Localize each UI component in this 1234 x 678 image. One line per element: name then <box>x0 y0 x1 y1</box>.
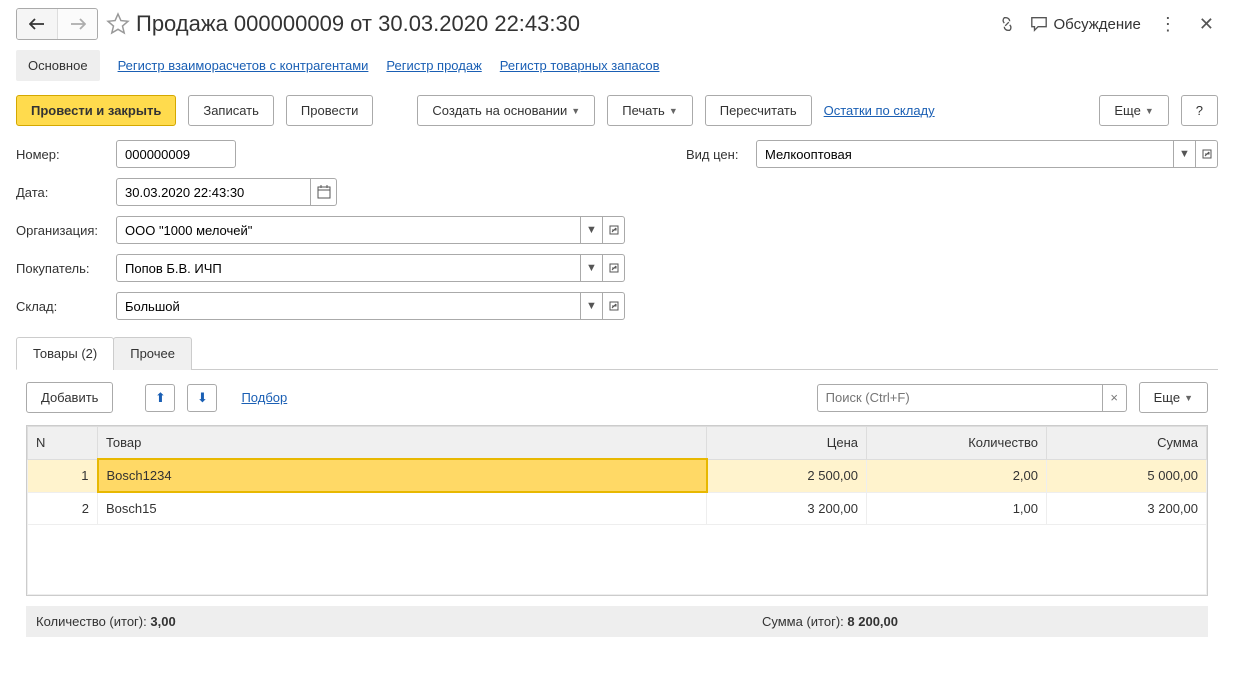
buyer-input[interactable] <box>123 260 574 277</box>
table-more-button[interactable]: Еще▼ <box>1139 382 1208 413</box>
table-row[interactable]: 1 Bosch1234 2 500,00 2,00 5 000,00 <box>28 459 1207 492</box>
open-icon <box>1202 149 1212 159</box>
cell-sum[interactable]: 5 000,00 <box>1047 459 1207 492</box>
warehouse-open-button[interactable] <box>603 292 625 320</box>
chevron-down-icon: ▼ <box>571 106 580 116</box>
forward-button[interactable] <box>57 9 97 39</box>
clear-search-button[interactable]: × <box>1102 385 1126 411</box>
add-row-button[interactable]: Добавить <box>26 382 113 413</box>
warehouse-input[interactable] <box>123 298 574 315</box>
save-button[interactable]: Записать <box>188 95 274 126</box>
table-row[interactable]: 2 Bosch15 3 200,00 1,00 3 200,00 <box>28 492 1207 525</box>
arrow-down-icon: ⬇ <box>197 390 208 406</box>
col-sum[interactable]: Сумма <box>1047 427 1207 460</box>
tab-other[interactable]: Прочее <box>113 337 192 370</box>
number-input[interactable] <box>123 146 229 163</box>
col-qty[interactable]: Количество <box>867 427 1047 460</box>
table-search-box: × <box>817 384 1127 412</box>
table-empty-area <box>28 525 1207 595</box>
page-title: Продажа 000000009 от 30.03.2020 22:43:30 <box>136 11 998 37</box>
open-icon <box>609 225 619 235</box>
chevron-down-icon: ▼ <box>1184 393 1193 403</box>
org-dropdown-button[interactable]: ▼ <box>581 216 603 244</box>
post-button[interactable]: Провести <box>286 95 374 126</box>
tab-register-sales[interactable]: Регистр продаж <box>386 58 481 73</box>
arrow-up-icon: ⬆ <box>155 390 166 406</box>
arrow-left-icon <box>29 18 45 30</box>
price-type-label: Вид цен: <box>686 147 756 162</box>
qty-total: Количество (итог): 3,00 <box>36 614 176 629</box>
cell-sum[interactable]: 3 200,00 <box>1047 492 1207 525</box>
create-on-basis-button[interactable]: Создать на основании▼ <box>417 95 595 126</box>
price-type-open-button[interactable] <box>1196 140 1218 168</box>
price-type-dropdown-button[interactable]: ▼ <box>1174 140 1196 168</box>
kebab-menu[interactable]: ⋮ <box>1155 14 1181 35</box>
col-n[interactable]: N <box>28 427 98 460</box>
cell-product[interactable]: Bosch15 <box>98 492 707 525</box>
print-button[interactable]: Печать▼ <box>607 95 693 126</box>
chevron-down-icon: ▼ <box>669 106 678 116</box>
chevron-down-icon: ▼ <box>1145 106 1154 116</box>
cell-qty[interactable]: 1,00 <box>867 492 1047 525</box>
cell-qty[interactable]: 2,00 <box>867 459 1047 492</box>
date-label: Дата: <box>16 185 116 200</box>
buyer-open-button[interactable] <box>603 254 625 282</box>
star-icon[interactable] <box>106 12 130 36</box>
discuss-label: Обсуждение <box>1054 16 1141 33</box>
sum-total: Сумма (итог): 8 200,00 <box>762 614 898 629</box>
buyer-dropdown-button[interactable]: ▼ <box>581 254 603 282</box>
recalculate-button[interactable]: Пересчитать <box>705 95 812 126</box>
table-search-input[interactable] <box>818 390 1102 405</box>
more-button[interactable]: Еще▼ <box>1099 95 1168 126</box>
col-product[interactable]: Товар <box>98 427 707 460</box>
buyer-label: Покупатель: <box>16 261 116 276</box>
back-button[interactable] <box>17 9 57 39</box>
tab-register-settlements[interactable]: Регистр взаиморасчетов с контрагентами <box>118 58 369 73</box>
cell-price[interactable]: 2 500,00 <box>707 459 867 492</box>
number-label: Номер: <box>16 147 116 162</box>
calendar-button[interactable] <box>311 178 337 206</box>
close-button[interactable]: ✕ <box>1195 14 1218 35</box>
tab-goods[interactable]: Товары (2) <box>16 337 114 370</box>
warehouse-dropdown-button[interactable]: ▼ <box>581 292 603 320</box>
tab-register-stock[interactable]: Регистр товарных запасов <box>500 58 660 73</box>
move-down-button[interactable]: ⬇ <box>187 384 217 412</box>
discuss-button[interactable]: Обсуждение <box>1030 15 1141 33</box>
help-button[interactable]: ? <box>1181 95 1218 126</box>
org-open-button[interactable] <box>603 216 625 244</box>
pick-link[interactable]: Подбор <box>241 390 287 405</box>
open-icon <box>609 301 619 311</box>
org-input[interactable] <box>123 222 574 239</box>
cell-n: 2 <box>28 492 98 525</box>
org-label: Организация: <box>16 223 116 238</box>
date-input[interactable] <box>123 184 304 201</box>
warehouse-label: Склад: <box>16 299 116 314</box>
col-price[interactable]: Цена <box>707 427 867 460</box>
cell-price[interactable]: 3 200,00 <box>707 492 867 525</box>
chat-icon <box>1030 15 1048 33</box>
open-icon <box>609 263 619 273</box>
move-up-button[interactable]: ⬆ <box>145 384 175 412</box>
stock-balance-link[interactable]: Остатки по складу <box>824 103 935 118</box>
tab-main[interactable]: Основное <box>16 50 100 81</box>
cell-n: 1 <box>28 459 98 492</box>
arrow-right-icon <box>70 18 86 30</box>
price-type-input[interactable] <box>763 146 1167 163</box>
calendar-icon <box>317 185 331 199</box>
post-and-close-button[interactable]: Провести и закрыть <box>16 95 176 126</box>
link-icon[interactable] <box>998 15 1016 33</box>
cell-product[interactable]: Bosch1234 <box>98 459 707 492</box>
